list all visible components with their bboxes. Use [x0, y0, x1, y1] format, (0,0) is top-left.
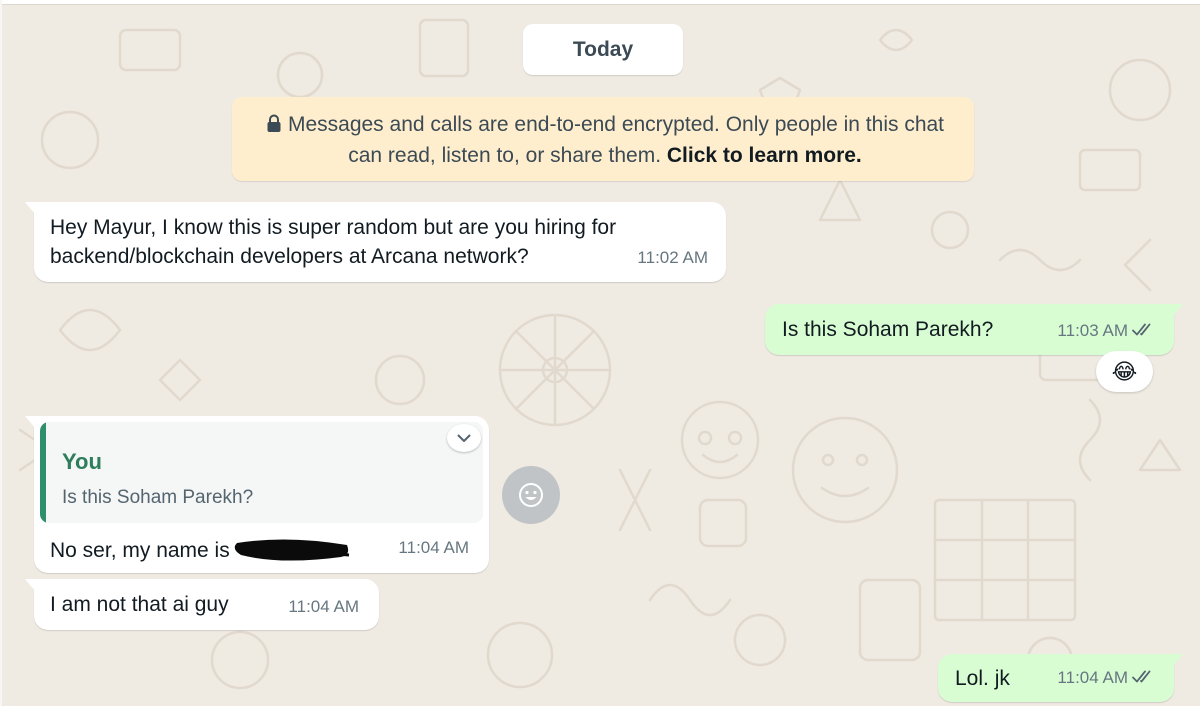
message-text-line: No ser, my name is [50, 536, 353, 569]
message-time-text: 11:04 AM [1057, 668, 1128, 687]
quoted-message[interactable]: You Is this Soham Parekh? [40, 422, 483, 523]
message-time: 11:02 AM [637, 248, 708, 267]
message-text: Hey Mayur, I know this is super random b… [50, 216, 617, 268]
encryption-notice[interactable]: Messages and calls are end-to-end encryp… [232, 97, 974, 181]
quote-text: Is this Soham Parekh? [62, 487, 254, 508]
learn-more-link[interactable]: Click to learn more. [667, 144, 862, 167]
message-bubble-incoming-reply[interactable]: You Is this Soham Parekh? No ser, my nam… [25, 416, 489, 573]
redaction-scribble [233, 537, 353, 569]
bubble-tail [1173, 304, 1183, 316]
double-check-icon [1132, 318, 1156, 347]
date-divider: Today [523, 24, 683, 75]
message-bubble-incoming[interactable]: Hey Mayur, I know this is super random b… [25, 202, 726, 282]
message-bubble-outgoing[interactable]: Is this Soham Parekh? 11:03 AM [765, 304, 1183, 355]
reaction-badge[interactable]: 😂 [1096, 351, 1153, 392]
message-time: 11:04 AM [398, 538, 469, 557]
bubble-tail [1173, 654, 1183, 666]
message-text: No ser, my name is [50, 539, 230, 562]
left-border [0, 0, 2, 706]
bubble-tail [25, 416, 35, 428]
message-text: Lol. jk [955, 667, 1010, 690]
lock-icon [266, 112, 282, 141]
chat-panel: Today Messages and calls are end-to-end … [0, 0, 1200, 706]
quote-accent-bar [40, 422, 46, 523]
bubble-tail [25, 202, 35, 214]
message-time: 11:04 AM [1057, 663, 1156, 694]
message-bubble-outgoing[interactable]: Lol. jk 11:04 AM [938, 654, 1183, 702]
top-border [0, 0, 1200, 5]
message-bubble-incoming[interactable]: I am not that ai guy 11:04 AM [25, 579, 379, 630]
smiley-icon[interactable] [502, 466, 560, 524]
chevron-down-icon[interactable] [447, 424, 481, 452]
message-time: 11:03 AM [1057, 316, 1156, 347]
message-time: 11:04 AM [288, 597, 359, 616]
bubble-tail [25, 579, 35, 591]
message-text: I am not that ai guy [50, 593, 229, 616]
message-time-text: 11:03 AM [1057, 321, 1128, 340]
double-check-icon [1132, 665, 1156, 694]
message-text: Is this Soham Parekh? [782, 318, 994, 341]
quote-author: You [62, 449, 102, 474]
